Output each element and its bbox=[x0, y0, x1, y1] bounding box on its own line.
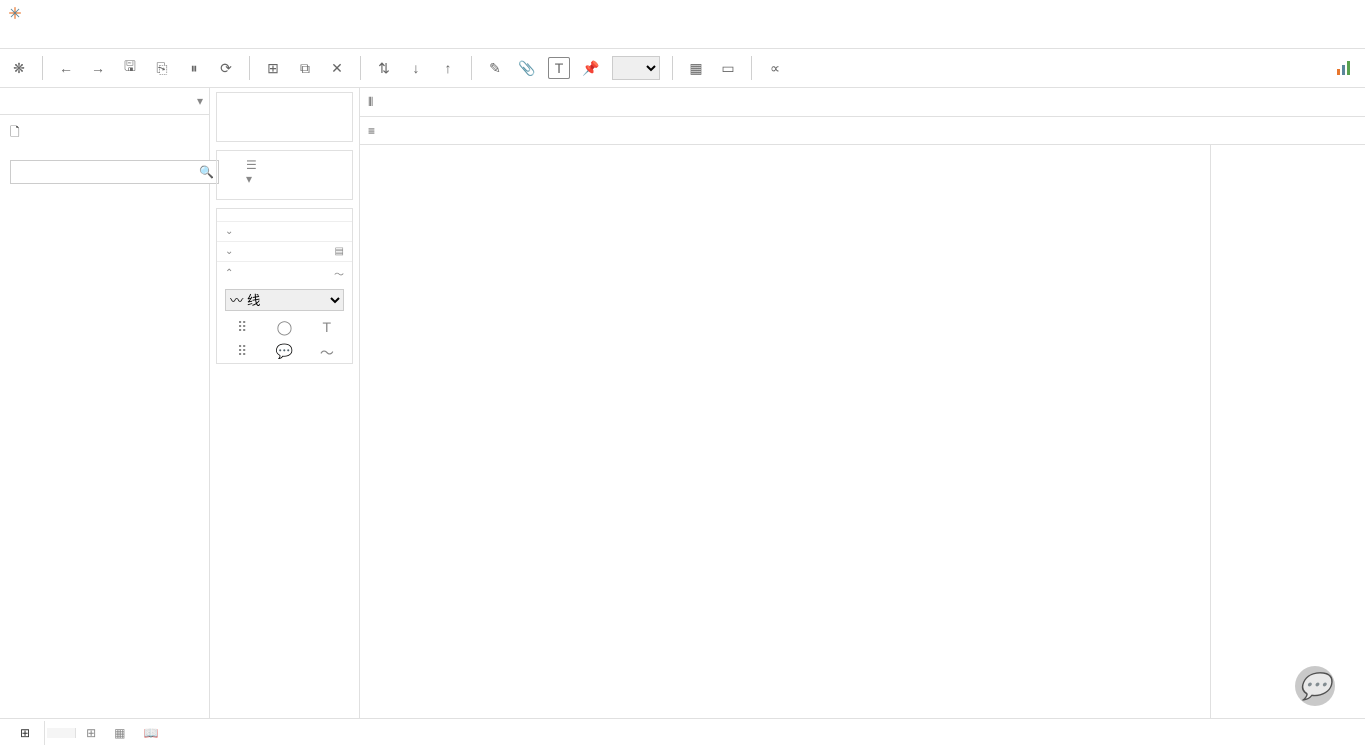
data-panel: ▾ 🗋 🔍 ☰ ▾ bbox=[0, 88, 210, 718]
new-worksheet-button[interactable]: ⊞ bbox=[262, 57, 284, 79]
datasource-icon: 🗋 bbox=[10, 123, 20, 144]
presentation-button[interactable]: ▭ bbox=[717, 57, 739, 79]
visualization[interactable] bbox=[360, 145, 1210, 718]
marks-color-button[interactable]: ⠿ bbox=[221, 315, 263, 339]
new-datasource-button[interactable]: ⎘ bbox=[151, 57, 173, 79]
sort-desc-button[interactable]: ↑ bbox=[437, 57, 459, 79]
marks-tooltip-button[interactable]: 💬 bbox=[263, 339, 305, 363]
rows-icon: ≡ bbox=[368, 124, 375, 138]
rows-shelf[interactable]: ≡ bbox=[360, 116, 1365, 144]
shelves-panel: ⌄ ⌄▤ ⌃〜 〰 线 ⠿ ◯ T ⠿ 💬 〜 bbox=[210, 88, 360, 718]
menubar bbox=[0, 26, 1365, 48]
content-area: ⦀ ≡ bbox=[360, 88, 1365, 718]
fields-tree bbox=[0, 204, 209, 718]
new-worksheet-icon[interactable]: ⊞ bbox=[78, 721, 104, 745]
pages-shelf[interactable] bbox=[216, 92, 353, 142]
toolbar: ❋ ← → 🖫 ⎘ ⏸ ⟳ ⊞ ⧉ ✕ ⇅ ↓ ↑ ✎ 📎 T 📌 ▦ ▭ ∝ bbox=[0, 48, 1365, 88]
marks-detail-button[interactable]: ⠿ bbox=[221, 339, 263, 363]
show-me-icon bbox=[1337, 61, 1351, 75]
new-story-icon[interactable]: 📖 bbox=[135, 721, 166, 745]
viz-title bbox=[372, 153, 1198, 165]
sheet-tabs: ⊞ ⊞ ▦ 📖 bbox=[0, 718, 1365, 746]
show-me-button[interactable] bbox=[1337, 61, 1357, 75]
columns-shelf[interactable]: ⦀ bbox=[360, 88, 1365, 116]
save-button[interactable]: 🖫 bbox=[119, 57, 141, 79]
search-icon: 🔍 bbox=[199, 165, 214, 179]
tableau-icon[interactable]: ❋ bbox=[8, 57, 30, 79]
label-button[interactable]: T bbox=[548, 57, 570, 79]
new-dashboard-icon[interactable]: ▦ bbox=[106, 721, 133, 745]
pin-button[interactable]: 📌 bbox=[580, 57, 602, 79]
worksheet-tab[interactable] bbox=[47, 728, 76, 738]
marks-x2-row[interactable]: ⌃〜 bbox=[217, 261, 352, 285]
marks-header bbox=[217, 209, 352, 221]
tab-data[interactable] bbox=[0, 88, 95, 114]
clear-button[interactable]: ✕ bbox=[326, 57, 348, 79]
marks-path-button[interactable]: 〜 bbox=[306, 339, 348, 363]
legend-title bbox=[1219, 153, 1357, 161]
tableau-logo-icon bbox=[8, 6, 22, 20]
attach-button[interactable]: 📎 bbox=[516, 57, 538, 79]
swap-button[interactable]: ⇅ bbox=[373, 57, 395, 79]
pause-updates-button[interactable]: ⏸ bbox=[183, 57, 205, 79]
marks-x-row[interactable]: ⌄▤ bbox=[217, 241, 352, 261]
tables-header bbox=[0, 192, 209, 204]
marks-label-button[interactable]: T bbox=[306, 315, 348, 339]
duplicate-button[interactable]: ⧉ bbox=[294, 57, 316, 79]
redo-button[interactable]: → bbox=[87, 57, 109, 79]
search-input[interactable] bbox=[10, 160, 219, 184]
highlight-button[interactable]: ✎ bbox=[484, 57, 506, 79]
data-pane-menu-icon[interactable]: ▾ bbox=[191, 88, 209, 114]
refresh-button[interactable]: ⟳ bbox=[215, 57, 237, 79]
share-button[interactable]: ∝ bbox=[764, 57, 786, 79]
marks-all-row[interactable]: ⌄ bbox=[217, 221, 352, 241]
sort-asc-button[interactable]: ↓ bbox=[405, 57, 427, 79]
undo-button[interactable]: ← bbox=[55, 57, 77, 79]
titlebar bbox=[0, 0, 1365, 26]
marks-card: ⌄ ⌄▤ ⌃〜 〰 线 ⠿ ◯ T ⠿ 💬 〜 bbox=[216, 208, 353, 364]
fit-select[interactable] bbox=[612, 56, 660, 80]
tab-analysis[interactable] bbox=[95, 88, 190, 114]
radar-chart[interactable] bbox=[372, 165, 1172, 665]
columns-icon: ⦀ bbox=[368, 95, 373, 110]
marks-size-button[interactable]: ◯ bbox=[263, 315, 305, 339]
datasource-tab[interactable]: ⊞ bbox=[6, 721, 45, 745]
datasource-row[interactable]: 🗋 bbox=[0, 115, 209, 152]
mark-type-select[interactable]: 〰 线 bbox=[225, 289, 344, 311]
show-cards-button[interactable]: ▦ bbox=[685, 57, 707, 79]
legend bbox=[1210, 145, 1365, 718]
filters-shelf[interactable] bbox=[216, 150, 353, 200]
